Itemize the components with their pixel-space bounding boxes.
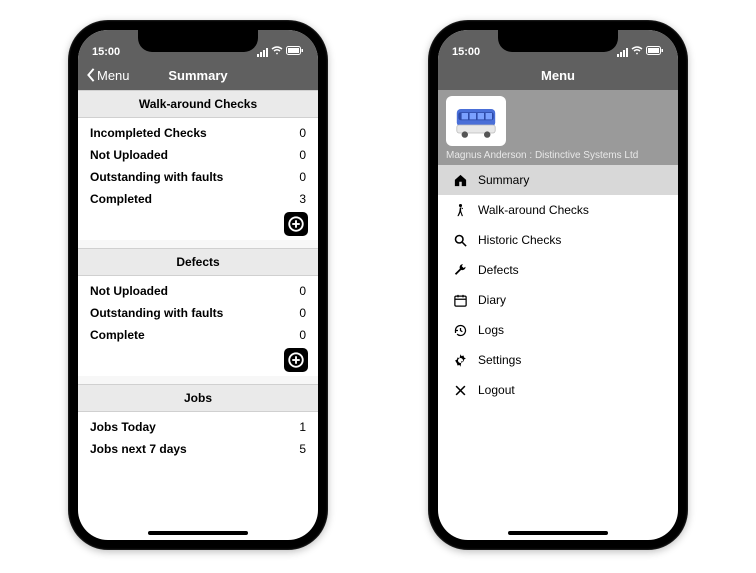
menu-item-settings[interactable]: Settings <box>438 345 678 375</box>
defects-row-notuploaded[interactable]: Not Uploaded 0 <box>78 280 318 302</box>
menu-item-diary[interactable]: Diary <box>438 285 678 315</box>
defects-section-header: Defects <box>78 248 318 276</box>
defects-row-complete[interactable]: Complete 0 <box>78 324 318 346</box>
row-value: 0 <box>299 328 306 342</box>
row-value: 5 <box>299 442 306 456</box>
row-label: Complete <box>90 328 145 342</box>
row-value: 0 <box>299 284 306 298</box>
status-time: 15:00 <box>452 46 480 58</box>
row-label: Outstanding with faults <box>90 306 223 320</box>
wifi-icon <box>631 46 643 58</box>
menu-item-label: Historic Checks <box>478 233 561 247</box>
menu-item-label: Diary <box>478 293 506 307</box>
notch <box>498 30 618 52</box>
walk-row-incompleted[interactable]: Incompleted Checks 0 <box>78 122 318 144</box>
row-value: 1 <box>299 420 306 434</box>
add-defect-button[interactable] <box>284 348 308 372</box>
battery-icon <box>286 46 304 58</box>
status-time: 15:00 <box>92 46 120 58</box>
back-button[interactable]: Menu <box>86 68 130 83</box>
nav-bar: Menu Summary <box>78 60 318 90</box>
summary-phone: 15:00 Menu Summary <box>68 20 328 550</box>
walk-row-outstanding[interactable]: Outstanding with faults 0 <box>78 166 318 188</box>
menu-list: Summary Walk-around Checks Historic Chec… <box>438 165 678 405</box>
menu-item-label: Summary <box>478 173 529 187</box>
jobs-row-today[interactable]: Jobs Today 1 <box>78 416 318 438</box>
menu-item-label: Logs <box>478 323 504 337</box>
battery-icon <box>646 46 664 58</box>
row-label: Not Uploaded <box>90 284 168 298</box>
row-label: Not Uploaded <box>90 148 168 162</box>
row-value: 0 <box>299 170 306 184</box>
menu-hero: Magnus Anderson : Distinctive Systems Lt… <box>438 90 678 165</box>
notch <box>138 30 258 52</box>
nav-bar: Menu <box>438 60 678 90</box>
page-title: Menu <box>541 68 575 83</box>
signal-icon <box>257 48 268 57</box>
menu-item-label: Defects <box>478 263 519 277</box>
row-value: 3 <box>299 192 306 206</box>
menu-item-label: Settings <box>478 353 521 367</box>
home-indicator[interactable] <box>508 531 608 535</box>
defects-row-outstanding[interactable]: Outstanding with faults 0 <box>78 302 318 324</box>
menu-item-logout[interactable]: Logout <box>438 375 678 405</box>
wifi-icon <box>271 46 283 58</box>
menu-item-walk[interactable]: Walk-around Checks <box>438 195 678 225</box>
add-walk-button[interactable] <box>284 212 308 236</box>
summary-content: Walk-around Checks Incompleted Checks 0 … <box>78 90 318 460</box>
gear-icon <box>452 352 468 368</box>
menu-item-defects[interactable]: Defects <box>438 255 678 285</box>
row-label: Completed <box>90 192 152 206</box>
row-value: 0 <box>299 306 306 320</box>
bus-logo <box>446 96 506 146</box>
menu-item-historic[interactable]: Historic Checks <box>438 225 678 255</box>
history-icon <box>452 322 468 338</box>
home-icon <box>452 172 468 188</box>
page-title: Summary <box>168 68 227 83</box>
jobs-row-week[interactable]: Jobs next 7 days 5 <box>78 438 318 460</box>
user-caption: Magnus Anderson : Distinctive Systems Lt… <box>446 150 670 161</box>
menu-item-label: Logout <box>478 383 515 397</box>
row-label: Outstanding with faults <box>90 170 223 184</box>
search-icon <box>452 232 468 248</box>
walk-row-completed[interactable]: Completed 3 <box>78 188 318 210</box>
walk-icon <box>452 202 468 218</box>
menu-item-summary[interactable]: Summary <box>438 165 678 195</box>
row-label: Jobs Today <box>90 420 156 434</box>
home-indicator[interactable] <box>148 531 248 535</box>
row-label: Incompleted Checks <box>90 126 207 140</box>
row-value: 0 <box>299 126 306 140</box>
calendar-icon <box>452 292 468 308</box>
back-label: Menu <box>97 68 130 83</box>
wrench-icon <box>452 262 468 278</box>
menu-item-logs[interactable]: Logs <box>438 315 678 345</box>
close-icon <box>452 382 468 398</box>
jobs-section-header: Jobs <box>78 384 318 412</box>
menu-phone: 15:00 Menu <box>428 20 688 550</box>
menu-item-label: Walk-around Checks <box>478 203 589 217</box>
walk-section-header: Walk-around Checks <box>78 90 318 118</box>
row-value: 0 <box>299 148 306 162</box>
walk-row-notuploaded[interactable]: Not Uploaded 0 <box>78 144 318 166</box>
signal-icon <box>617 48 628 57</box>
row-label: Jobs next 7 days <box>90 442 187 456</box>
